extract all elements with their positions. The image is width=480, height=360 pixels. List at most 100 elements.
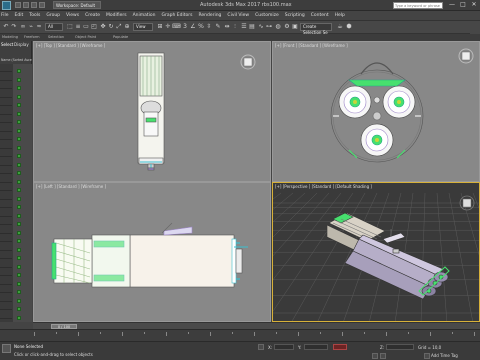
object-visibility-icon[interactable] [17,145,21,150]
ribbon-tab-freeform[interactable]: Freeform [24,35,40,39]
object-visibility-icon[interactable] [17,196,21,201]
redo-icon[interactable]: ↷ [10,23,18,31]
object-visibility-icon[interactable] [17,179,21,184]
viewport-front[interactable]: [+] [Front ] [Standard ] [Wireframe ] [272,41,480,182]
spinner-snap-icon[interactable]: ⇳ [205,23,213,31]
keyboard-shortcut-icon[interactable]: ⌨ [172,23,181,31]
object-visibility-icon[interactable] [17,120,21,124]
ribbon-tab-populate[interactable]: Populate [113,35,128,39]
bind-space-warp-icon[interactable]: ≈ [35,23,43,31]
rectangle-selection-icon[interactable]: ▭ [82,23,90,31]
ribbon-tab-selection[interactable]: Selection [48,35,64,39]
menu-tools[interactable]: Tools [29,13,40,18]
x-coordinate-field[interactable] [274,344,294,350]
select-object-icon[interactable]: ⬚ [66,23,74,31]
z-coordinate-field[interactable] [386,344,414,350]
ribbon-tab-object-paint[interactable]: Object Paint [75,35,96,39]
undo-icon[interactable]: ↶ [2,23,10,31]
render-iterative-icon[interactable]: ⬢ [345,23,353,31]
object-visibility-icon[interactable] [17,69,21,73]
explorer-tab-select[interactable]: Select [1,42,13,47]
object-visibility-icon[interactable] [17,103,21,107]
time-tag-icon[interactable] [424,353,430,359]
object-visibility-icon[interactable] [17,188,21,192]
object-visibility-icon[interactable] [17,290,21,294]
render-production-icon[interactable]: ☕ [336,23,344,31]
object-visibility-icon[interactable] [17,86,21,90]
maximize-button[interactable]: □ [458,1,468,9]
menu-modifiers[interactable]: Modifiers [106,13,127,18]
auto-key-button[interactable] [333,344,347,350]
object-visibility-icon[interactable] [17,256,21,260]
toggle-ribbon-icon[interactable]: ▤ [248,23,256,31]
object-visibility-icon[interactable] [17,137,21,141]
explorer-object-list[interactable] [13,64,32,322]
track-bar[interactable] [0,329,480,341]
object-visibility-icon[interactable] [17,171,21,175]
lock-selection-icon[interactable] [258,344,264,350]
menu-help[interactable]: Help [335,13,345,18]
maxscript-listener-icon[interactable] [2,344,11,353]
add-time-tag[interactable]: Add Time Tag [431,353,458,358]
object-visibility-icon[interactable] [17,281,21,286]
object-visibility-icon[interactable] [17,213,21,218]
viewport-left[interactable]: [+] [Left ] [Standard ] [Wireframe ] [33,182,271,322]
angle-snap-icon[interactable]: ∠ [189,23,197,31]
edit-named-selection-icon[interactable]: ✎ [214,23,222,31]
menu-rendering[interactable]: Rendering [198,13,221,18]
open-file-icon[interactable] [23,2,29,8]
named-selection-sets-input[interactable]: Create Selection Se [300,23,332,35]
window-crossing-icon[interactable]: ◰ [90,23,98,31]
object-visibility-icon[interactable] [17,247,21,252]
set-key-icon[interactable] [372,353,378,359]
time-slider-track[interactable]: 0 / 100 [33,322,480,329]
menu-edit[interactable]: Edit [15,13,24,18]
object-visibility-icon[interactable] [17,273,21,277]
key-filters-icon[interactable] [380,353,386,359]
menu-content[interactable]: Content [311,13,329,18]
explorer-tab-display[interactable]: Display [14,42,29,47]
reference-coordinate-dropdown[interactable]: View [133,23,153,31]
material-editor-icon[interactable]: ◍ [274,23,282,31]
object-visibility-icon[interactable] [17,94,21,99]
percent-snap-icon[interactable]: % [197,23,205,31]
select-rotate-icon[interactable]: ↻ [107,23,115,31]
minimize-button[interactable]: — [447,1,457,9]
object-visibility-icon[interactable] [17,162,21,167]
object-visibility-icon[interactable] [17,111,21,116]
object-visibility-icon[interactable] [17,239,21,243]
menu-scripting[interactable]: Scripting [285,13,305,18]
menu-create[interactable]: Create [85,13,100,18]
menu-file[interactable]: File [1,13,9,18]
workspace-dropdown[interactable]: Workspace: Default [53,1,101,9]
menu-customize[interactable]: Customize [255,13,279,18]
snaps-toggle-icon[interactable]: 3 [181,23,189,31]
align-icon[interactable]: ⫶ [231,23,239,31]
menu-group[interactable]: Group [46,13,60,18]
link-icon[interactable]: ∞ [19,23,27,31]
object-visibility-icon[interactable] [17,230,21,235]
pivot-center-icon[interactable]: ⊞ [156,23,164,31]
app-logo-icon[interactable] [2,1,11,10]
object-visibility-icon[interactable] [17,315,21,320]
explorer-column-header[interactable]: Name (Sorted Asce [0,58,32,63]
render-setup-icon[interactable]: ⚙ [283,23,291,31]
selection-filter-dropdown[interactable]: All [45,23,63,31]
placement-icon[interactable]: ⊕ [123,23,131,31]
object-visibility-icon[interactable] [17,128,21,133]
new-file-icon[interactable] [15,2,21,8]
menu-animation[interactable]: Animation [133,13,156,18]
object-visibility-icon[interactable] [17,222,21,226]
object-visibility-icon[interactable] [17,77,21,82]
menu-views[interactable]: Views [66,13,79,18]
menu-civil-view[interactable]: Civil View [227,13,249,18]
schematic-view-icon[interactable]: ⊶ [265,23,273,31]
curve-editor-icon[interactable]: ∿ [257,23,265,31]
rendered-frame-window-icon[interactable]: ▣ [291,23,299,31]
unlink-icon[interactable]: ⌁ [27,23,35,31]
viewport-perspective[interactable]: [+] [Perspective ] [Standard ] [Default … [272,182,480,322]
y-coordinate-field[interactable] [304,344,328,350]
object-visibility-icon[interactable] [17,298,21,303]
search-input[interactable]: Type a keyword or phrase [393,2,443,9]
manipulate-icon[interactable]: ✛ [164,23,172,31]
